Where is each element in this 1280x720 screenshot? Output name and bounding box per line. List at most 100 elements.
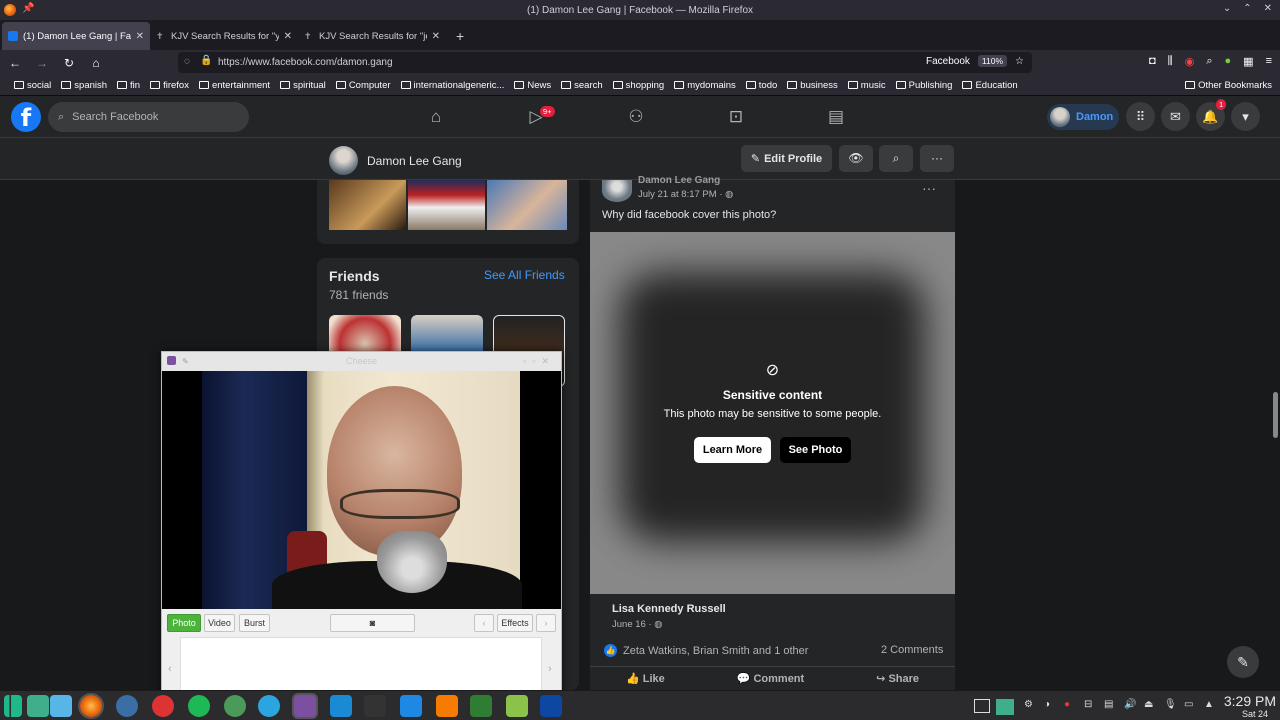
app-icon[interactable] xyxy=(330,695,352,717)
bookmark-folder[interactable]: spanish xyxy=(61,80,107,91)
app-icon[interactable] xyxy=(364,695,386,717)
cheese-taskbar-icon[interactable] xyxy=(294,695,316,717)
thumb-scroll-right-icon[interactable]: › xyxy=(548,663,552,675)
app-icon[interactable] xyxy=(506,695,528,717)
profile-header[interactable]: Damon Lee Gang xyxy=(329,146,462,175)
app-icon[interactable] xyxy=(540,695,562,717)
reload-icon[interactable]: ↻ xyxy=(57,56,81,70)
menu-grid-icon[interactable]: ⠿ xyxy=(1126,102,1155,131)
chrome-icon[interactable] xyxy=(224,695,246,717)
see-all-friends-link[interactable]: See All Friends xyxy=(484,268,565,282)
bookmark-folder[interactable]: business xyxy=(787,80,838,91)
bookmark-folder[interactable]: Publishing xyxy=(895,80,952,91)
bookmark-folder[interactable]: todo xyxy=(745,80,777,91)
tray-expand-icon[interactable]: ▲ xyxy=(1204,699,1214,710)
tagged-person[interactable]: Lisa Kennedy Russell xyxy=(612,603,726,615)
app-menu-icon[interactable] xyxy=(4,695,22,717)
comment-count[interactable]: 2 Comments xyxy=(881,644,943,656)
tab-close-icon[interactable]: ✕ xyxy=(432,31,440,42)
prev-effects-button[interactable]: ‹ xyxy=(474,614,494,632)
bookmark-folder[interactable]: shopping xyxy=(612,80,664,91)
search-extension-icon[interactable]: ⌕ xyxy=(1206,55,1212,68)
bookmark-folder[interactable]: News xyxy=(514,80,551,91)
url-text[interactable]: https://www.facebook.com/damon.gang xyxy=(218,57,393,68)
like-button[interactable]: 👍 Like xyxy=(626,672,665,685)
bookmark-folder[interactable]: spiritual xyxy=(280,80,326,91)
groups-icon[interactable]: ⚇ xyxy=(621,102,651,132)
comment-button[interactable]: 💬 Comment xyxy=(737,672,805,685)
bookmark-folder[interactable]: music xyxy=(847,80,886,91)
pocket-icon[interactable]: ◘ xyxy=(1149,55,1156,68)
minimize-icon[interactable]: ⌄ xyxy=(1223,3,1231,14)
thumb-scroll-left-icon[interactable]: ‹ xyxy=(168,663,172,675)
tab-close-icon[interactable]: ✕ xyxy=(136,31,144,42)
see-photo-button[interactable]: See Photo xyxy=(780,437,851,463)
account-dropdown-icon[interactable]: ▾ xyxy=(1231,102,1260,131)
window-controls[interactable]: ▫▫✕ xyxy=(523,352,555,371)
extensions-icon[interactable]: ▦ xyxy=(1243,55,1253,68)
new-tab-icon[interactable]: + xyxy=(446,28,474,50)
firefox-taskbar-icon[interactable] xyxy=(80,695,102,717)
edit-profile-button[interactable]: ✎ Edit Profile xyxy=(741,145,832,172)
search-profile-button[interactable]: ⌕ xyxy=(879,145,913,172)
color-extension-icon[interactable]: ◉ xyxy=(1185,55,1195,68)
post-timestamp[interactable]: July 21 at 8:17 PM · ◍ xyxy=(638,189,733,200)
home-icon[interactable]: ⌂ xyxy=(421,102,451,132)
avatar[interactable] xyxy=(602,180,632,202)
blurred-photo[interactable]: ⊘ Sensitive content This photo may be se… xyxy=(590,232,955,594)
photo-thumbnail[interactable] xyxy=(329,180,406,230)
news-icon[interactable]: ▤ xyxy=(821,102,851,132)
pin-icon[interactable]: ✎ xyxy=(182,352,189,371)
facebook-logo-icon[interactable]: f xyxy=(11,102,41,132)
post-options-icon[interactable]: ··· xyxy=(922,180,936,196)
more-options-button[interactable]: ··· xyxy=(920,145,954,172)
home-icon[interactable]: ⌂ xyxy=(84,56,108,70)
file-manager-icon[interactable] xyxy=(50,695,72,717)
terminal-icon[interactable] xyxy=(470,695,492,717)
search-input[interactable]: ⌕ Search Facebook xyxy=(48,102,249,132)
tab-kjv-1[interactable]: ✝ KJV Search Results for "you ✕ xyxy=(150,22,298,50)
vscode-icon[interactable] xyxy=(400,695,422,717)
other-bookmarks[interactable]: Other Bookmarks xyxy=(1185,80,1272,91)
effects-button[interactable]: Effects xyxy=(497,614,533,632)
tab-close-icon[interactable]: ✕ xyxy=(284,31,292,42)
post-author[interactable]: Damon Lee Gang xyxy=(638,175,720,186)
maximize-icon[interactable]: ⌃ xyxy=(1243,3,1251,14)
gaming-icon[interactable]: ⊡ xyxy=(721,102,751,132)
url-bar[interactable]: ◌ 🔒 https://www.facebook.com/damon.gang … xyxy=(178,52,1032,73)
bookmark-folder[interactable]: Education xyxy=(962,80,1018,91)
bookmark-folder[interactable]: social xyxy=(14,80,51,91)
desktop-icon[interactable] xyxy=(27,695,49,717)
update-tray-icon[interactable]: ◑ xyxy=(1044,699,1050,710)
bookmark-folder[interactable]: internationalgeneric... xyxy=(400,80,504,91)
next-effects-button[interactable]: › xyxy=(536,614,556,632)
lock-icon[interactable]: 🔒 xyxy=(200,55,212,66)
clock-time[interactable]: 3:29 PM xyxy=(1218,693,1276,709)
steam-icon[interactable] xyxy=(116,695,138,717)
notifications-icon[interactable]: 🔔 1 xyxy=(1196,99,1227,131)
burst-mode-button[interactable]: Burst xyxy=(239,614,270,632)
photo-mode-button[interactable]: Photo xyxy=(167,614,201,632)
bookmark-folder[interactable]: fin xyxy=(117,80,140,91)
app-icon[interactable] xyxy=(436,695,458,717)
learn-more-button[interactable]: Learn More xyxy=(694,437,771,463)
bookmark-folder[interactable]: entertainment xyxy=(198,80,270,91)
record-tray-icon[interactable]: ● xyxy=(1064,699,1070,710)
files-tray-icon[interactable] xyxy=(996,699,1014,715)
zoom-level[interactable]: 110% xyxy=(977,55,1008,67)
new-message-button[interactable]: ✎ xyxy=(1227,646,1259,678)
clipboard-tray-icon[interactable]: ▤ xyxy=(1104,699,1113,710)
microphone-tray-icon[interactable]: 🎙 xyxy=(1164,699,1177,710)
tracking-shield-icon[interactable]: ◌ xyxy=(184,56,190,67)
bookmark-star-icon[interactable]: ☆ xyxy=(1015,56,1024,67)
pin-icon[interactable]: 📌 xyxy=(22,3,34,14)
forward-icon[interactable]: → xyxy=(30,56,54,70)
tab-kjv-2[interactable]: ✝ KJV Search Results for "jes ✕ xyxy=(298,22,446,50)
back-icon[interactable]: ← xyxy=(3,56,27,70)
network-tray-icon[interactable]: ▭ xyxy=(1184,699,1193,710)
photo-thumbnail[interactable] xyxy=(487,180,567,230)
profile-shortcut[interactable]: Damon xyxy=(1047,104,1119,130)
settings-tray-icon[interactable]: ⚙ xyxy=(1024,699,1033,710)
clock-date[interactable]: Sat 24 xyxy=(1218,709,1268,719)
tab-facebook[interactable]: (1) Damon Lee Gang | Faceb ✕ xyxy=(2,22,150,50)
